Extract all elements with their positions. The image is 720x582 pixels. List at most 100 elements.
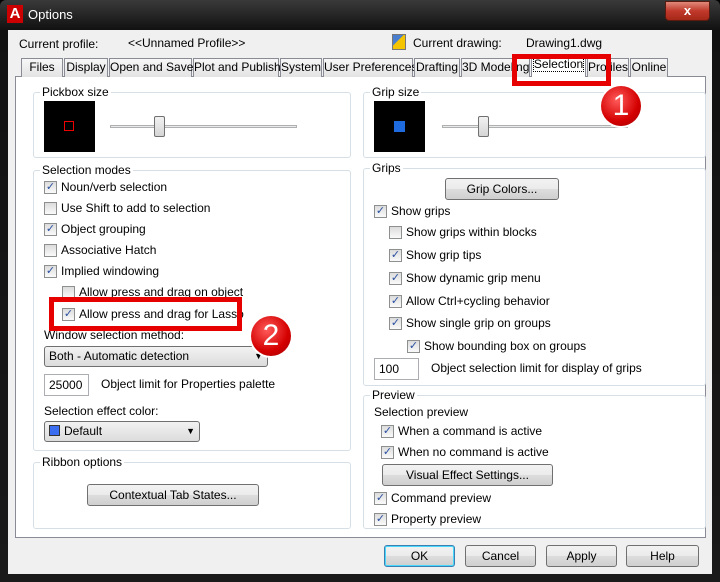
checkmark-icon[interactable]: ✓ bbox=[389, 316, 402, 330]
checkbox-label: Use Shift to add to selection bbox=[61, 201, 211, 215]
checkbox-show-dynamic-grip-menu[interactable]: ✓ Show dynamic grip menu bbox=[389, 271, 541, 285]
checkmark-icon[interactable]: ✓ bbox=[389, 271, 402, 285]
checkmark-icon[interactable]: ✓ bbox=[389, 294, 402, 308]
checkmark-icon[interactable]: ✓ bbox=[44, 180, 57, 194]
checkbox-property-preview[interactable]: ✓ Property preview bbox=[374, 512, 481, 526]
checkbox-label: When a command is active bbox=[398, 424, 543, 438]
color-swatch-icon bbox=[49, 425, 60, 436]
cancel-button[interactable]: Cancel bbox=[465, 545, 536, 567]
window-title: Options bbox=[28, 7, 73, 22]
checkbox-show-grips-within-blocks[interactable]: Show grips within blocks bbox=[389, 225, 537, 239]
visual-effect-settings-button[interactable]: Visual Effect Settings... bbox=[382, 464, 553, 486]
tab-open-and-save[interactable]: Open and Save bbox=[109, 58, 194, 77]
checkmark-icon[interactable]: ✓ bbox=[407, 339, 420, 353]
checkmark-icon[interactable]: ✓ bbox=[381, 424, 394, 438]
grip-limit-input[interactable]: 100 bbox=[374, 358, 419, 380]
drawing-icon bbox=[392, 34, 406, 50]
tab-display[interactable]: Display bbox=[64, 58, 108, 77]
checkbox-box[interactable] bbox=[44, 201, 57, 215]
pickbox-preview bbox=[44, 101, 95, 152]
tab-label: Plot and Publish bbox=[194, 60, 281, 74]
selection-modes-label: Selection modes bbox=[40, 163, 133, 177]
checkbox-object-grouping[interactable]: ✓ Object grouping bbox=[44, 222, 146, 236]
checkbox-noun-verb-selection[interactable]: ✓ Noun/verb selection bbox=[44, 180, 167, 194]
preview-label: Preview bbox=[370, 388, 417, 402]
grips-label: Grips bbox=[370, 161, 403, 175]
highlight-selection-tab bbox=[512, 54, 611, 86]
checkmark-icon[interactable]: ✓ bbox=[374, 491, 387, 505]
checkbox-command-preview[interactable]: ✓ Command preview bbox=[374, 491, 491, 505]
checkbox-label: Show bounding box on groups bbox=[424, 339, 587, 353]
annotation-badge-1: 1 bbox=[601, 86, 641, 126]
checkbox-box[interactable] bbox=[44, 243, 57, 257]
object-limit-label: Object limit for Properties palette bbox=[101, 377, 276, 391]
annotation-badge-2: 2 bbox=[251, 316, 291, 356]
checkbox-label: Show grips within blocks bbox=[406, 225, 537, 239]
tab-label: Open and Save bbox=[110, 60, 194, 74]
checkbox-label: Object grouping bbox=[61, 222, 146, 236]
checkbox-label: Associative Hatch bbox=[61, 243, 157, 257]
checkbox-label: Property preview bbox=[391, 512, 482, 526]
checkbox-show-grip-tips[interactable]: ✓ Show grip tips bbox=[389, 248, 481, 262]
tab-plot-and-publish[interactable]: Plot and Publish bbox=[193, 58, 281, 77]
checkbox-implied-windowing[interactable]: ✓ Implied windowing bbox=[44, 264, 159, 278]
checkbox-allow-ctrl-cycling-behavior[interactable]: ✓ Allow Ctrl+cycling behavior bbox=[389, 294, 550, 308]
tab-drafting[interactable]: Drafting bbox=[414, 58, 460, 77]
checkbox-show-grips[interactable]: ✓ Show grips bbox=[374, 204, 450, 218]
ok-button[interactable]: OK bbox=[384, 545, 455, 567]
highlight-lasso-option bbox=[49, 297, 242, 331]
pickbox-label: Pickbox size bbox=[40, 85, 111, 99]
checkbox-show-bounding-box-on-groups[interactable]: ✓ Show bounding box on groups bbox=[407, 339, 586, 353]
checkmark-icon[interactable]: ✓ bbox=[44, 264, 57, 278]
checkbox-when-a-command-is-active[interactable]: ✓ When a command is active bbox=[381, 424, 542, 438]
grip-colors-button[interactable]: Grip Colors... bbox=[445, 178, 559, 200]
tab-label: Display bbox=[66, 60, 106, 74]
checkbox-label: Command preview bbox=[391, 491, 492, 505]
checkmark-icon[interactable]: ✓ bbox=[389, 248, 402, 262]
pickbox-slider[interactable] bbox=[110, 125, 297, 128]
effect-color-label: Selection effect color: bbox=[44, 404, 159, 418]
tab-system[interactable]: System bbox=[280, 58, 322, 77]
ribbon-options-label: Ribbon options bbox=[40, 455, 125, 469]
pickbox-square-icon bbox=[64, 121, 74, 131]
tab-online[interactable]: Online bbox=[630, 58, 668, 77]
checkbox-label: Allow Ctrl+cycling behavior bbox=[406, 294, 550, 308]
tab-user-preferences[interactable]: User Preferences bbox=[323, 58, 417, 77]
current-drawing-label: Current drawing: bbox=[413, 36, 502, 50]
window-method-dropdown[interactable]: Both - Automatic detection ▼ bbox=[44, 346, 268, 367]
checkbox-label: Noun/verb selection bbox=[61, 180, 168, 194]
current-profile-label: Current profile: bbox=[19, 37, 99, 51]
window-method-value: Both - Automatic detection bbox=[49, 349, 190, 363]
effect-color-dropdown[interactable]: Default ▼ bbox=[44, 421, 200, 442]
current-drawing-value: Drawing1.dwg bbox=[526, 36, 603, 50]
autocad-logo-icon: A bbox=[7, 5, 23, 23]
tab-label: Online bbox=[631, 60, 667, 74]
checkbox-box[interactable] bbox=[389, 225, 402, 239]
checkbox-use-shift-to-add-to-selection[interactable]: Use Shift to add to selection bbox=[44, 201, 210, 215]
help-button[interactable]: Help bbox=[626, 545, 699, 567]
checkbox-associative-hatch[interactable]: Associative Hatch bbox=[44, 243, 156, 257]
checkbox-label: Show dynamic grip menu bbox=[406, 271, 541, 285]
grip-size-slider-thumb[interactable] bbox=[477, 116, 489, 137]
checkmark-icon[interactable]: ✓ bbox=[374, 204, 387, 218]
pickbox-slider-thumb[interactable] bbox=[153, 116, 165, 137]
grip-size-slider[interactable] bbox=[442, 125, 628, 128]
tab-label: User Preferences bbox=[324, 60, 418, 74]
checkmark-icon[interactable]: ✓ bbox=[44, 222, 57, 236]
chevron-down-icon: ▼ bbox=[186, 426, 195, 436]
tab-label: Files bbox=[29, 60, 55, 74]
close-button[interactable]: x bbox=[665, 1, 710, 21]
checkmark-icon[interactable]: ✓ bbox=[381, 445, 394, 459]
grip-size-label: Grip size bbox=[370, 85, 422, 99]
contextual-tab-states-button[interactable]: Contextual Tab States... bbox=[87, 484, 259, 506]
grip-limit-label: Object selection limit for display of gr… bbox=[431, 361, 642, 375]
object-limit-input[interactable]: 25000 bbox=[44, 374, 89, 396]
checkmark-icon[interactable]: ✓ bbox=[374, 512, 387, 526]
checkbox-when-no-command-is-active[interactable]: ✓ When no command is active bbox=[381, 445, 549, 459]
checkbox-show-single-grip-on-groups[interactable]: ✓ Show single grip on groups bbox=[389, 316, 551, 330]
tab-label: Drafting bbox=[415, 60, 459, 74]
grip-square-icon bbox=[394, 121, 405, 132]
current-profile-value: <<Unnamed Profile>> bbox=[128, 36, 246, 50]
tab-files[interactable]: Files bbox=[21, 58, 63, 77]
apply-button[interactable]: Apply bbox=[546, 545, 617, 567]
